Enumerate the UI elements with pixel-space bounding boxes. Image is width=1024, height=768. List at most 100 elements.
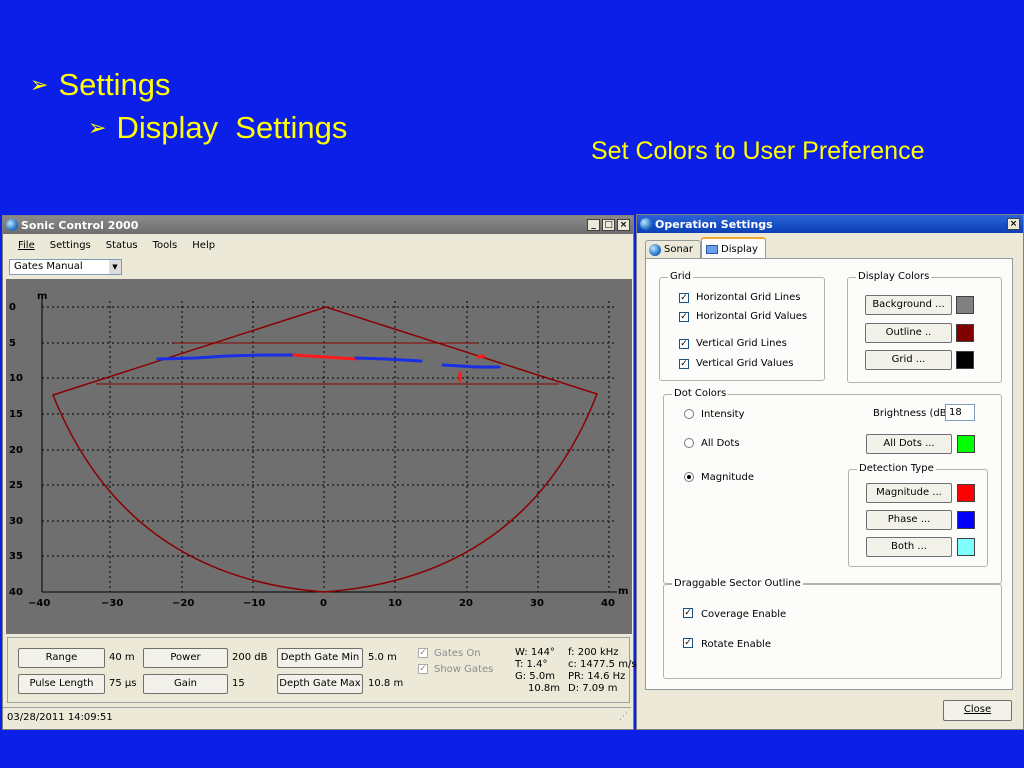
tab-display[interactable]: Display <box>701 237 766 259</box>
both-color-button[interactable]: Both ... <box>866 537 952 557</box>
all-dots-radio[interactable] <box>684 438 694 448</box>
background-color-button[interactable]: Background ... <box>865 295 952 315</box>
close-button[interactable]: × <box>1007 218 1020 230</box>
status-c: c: 1477.5 m/s <box>568 659 637 670</box>
menu-bar: File Settings Status Tools Help <box>3 235 631 255</box>
sonar-plot[interactable]: m 0 5 10 15 20 25 30 35 40 −40 −30 −20 −… <box>6 279 632 634</box>
heading-text: Settings <box>58 67 171 102</box>
display-colors-group: Display Colors Background ... Outline ..… <box>847 271 1002 383</box>
phase-color-button[interactable]: Phase ... <box>866 510 952 530</box>
range-button[interactable]: Range <box>18 648 105 668</box>
mode-select[interactable]: Gates Manual ▼ <box>9 259 122 275</box>
power-button[interactable]: Power <box>143 648 228 668</box>
close-dialog-button[interactable]: Close <box>943 700 1012 721</box>
timestamp: 03/28/2011 14:09:51 <box>7 712 113 723</box>
detection-type-group: Detection Type Magnitude ... Phase ... B… <box>848 463 988 567</box>
gates-on-checkbox[interactable]: ✓ <box>418 648 428 658</box>
horizontal-grid-lines-checkbox[interactable]: ✓ <box>679 293 689 303</box>
maximize-button[interactable]: □ <box>602 219 615 231</box>
tab-sonar-label: Sonar <box>664 244 694 255</box>
coverage-enable-checkbox[interactable]: ✓ <box>683 608 693 618</box>
globe-icon <box>649 243 661 256</box>
gates-on-label: Gates On <box>434 648 481 659</box>
settings-titlebar[interactable]: Operation Settings × <box>637 215 1023 233</box>
status-g2: 10.8m <box>528 683 561 694</box>
all-dots-color-swatch <box>957 435 975 453</box>
power-value: 200 dB <box>232 652 268 663</box>
y-tick: 35 <box>9 551 23 562</box>
depth-gate-min-value: 5.0 m <box>368 652 397 663</box>
x-tick: −40 <box>28 598 50 609</box>
menu-file[interactable]: File <box>18 240 35 251</box>
display-colors-title: Display Colors <box>856 271 932 282</box>
menu-help[interactable]: Help <box>192 240 215 251</box>
status-f: f: 200 kHz <box>568 647 619 658</box>
close-button[interactable]: × <box>617 219 630 231</box>
x-tick: 30 <box>530 598 544 609</box>
horizontal-grid-lines-label: Horizontal Grid Lines <box>696 292 801 303</box>
phase-color-swatch <box>957 511 975 529</box>
rotate-enable-checkbox[interactable]: ✓ <box>683 638 693 648</box>
control-panel: Range 40 m Power 200 dB Depth Gate Min 5… <box>7 637 637 703</box>
coverage-enable-label: Coverage Enable <box>701 609 787 620</box>
y-tick: 40 <box>9 587 23 598</box>
y-tick: 25 <box>9 480 23 491</box>
tab-sonar[interactable]: Sonar <box>645 240 701 258</box>
pulse-length-button[interactable]: Pulse Length <box>18 674 105 694</box>
grid-color-swatch <box>956 351 974 369</box>
magnitude-label: Magnitude <box>701 472 754 483</box>
dot-colors-group: Dot Colors Intensity All Dots Magnitude … <box>663 388 1002 584</box>
depth-gate-max-value: 10.8 m <box>368 678 404 689</box>
grid-color-button[interactable]: Grid ... <box>865 350 952 370</box>
dot-colors-title: Dot Colors <box>672 388 729 399</box>
status-d: D: 7.09 m <box>568 683 618 694</box>
rotate-enable-label: Rotate Enable <box>701 639 771 650</box>
menu-tools[interactable]: Tools <box>153 240 178 251</box>
magnitude-color-button[interactable]: Magnitude ... <box>866 483 952 503</box>
status-pr: PR: 14.6 Hz <box>568 671 626 682</box>
gain-button[interactable]: Gain <box>143 674 228 694</box>
all-dots-color-button[interactable]: All Dots ... <box>866 434 952 454</box>
chevron-down-icon[interactable]: ▼ <box>109 260 121 274</box>
intensity-label: Intensity <box>701 409 745 420</box>
vertical-grid-values-label: Vertical Grid Values <box>696 358 794 369</box>
depth-gate-max-button[interactable]: Depth Gate Max <box>277 674 363 694</box>
minimize-button[interactable]: _ <box>587 219 600 231</box>
resize-grip-icon[interactable]: ⋰ <box>619 712 628 722</box>
horizontal-grid-values-label: Horizontal Grid Values <box>696 311 808 322</box>
sonic-control-window: Sonic Control 2000 _ □ × File Settings S… <box>2 215 637 730</box>
vertical-grid-values-checkbox[interactable]: ✓ <box>679 359 689 369</box>
brightness-label: Brightness (dB) <box>873 408 951 419</box>
outline-color-button[interactable]: Outline .. <box>865 323 952 343</box>
menu-settings[interactable]: Settings <box>50 240 91 251</box>
pulse-length-value: 75 µs <box>109 678 137 689</box>
sector-outline-title: Draggable Sector Outline <box>672 578 803 589</box>
brightness-input-value: 18 <box>949 407 962 418</box>
vertical-grid-lines-label: Vertical Grid Lines <box>696 338 787 349</box>
all-dots-label: All Dots <box>701 438 740 449</box>
y-tick: 10 <box>9 373 23 384</box>
sonic-titlebar[interactable]: Sonic Control 2000 _ □ × <box>3 216 633 234</box>
depth-gate-min-button[interactable]: Depth Gate Min <box>277 648 363 668</box>
horizontal-grid-values-checkbox[interactable]: ✓ <box>679 312 689 322</box>
close-dialog-label: Close <box>963 704 992 715</box>
both-color-swatch <box>957 538 975 556</box>
show-gates-checkbox[interactable]: ✓ <box>418 664 428 674</box>
y-unit-label: m <box>37 291 47 302</box>
intensity-radio[interactable] <box>684 409 694 419</box>
heading-text: Display Settings <box>116 110 348 145</box>
app-globe-icon <box>6 219 18 231</box>
display-tab-panel: Grid ✓ Horizontal Grid Lines ✓ Horizonta… <box>645 258 1013 690</box>
brightness-input[interactable]: 18 <box>945 404 975 421</box>
y-tick: 20 <box>9 445 23 456</box>
x-tick: 40 <box>601 598 615 609</box>
x-tick: 20 <box>459 598 473 609</box>
x-tick: −20 <box>172 598 194 609</box>
y-tick: 15 <box>9 409 23 420</box>
app-globe-icon <box>640 218 652 230</box>
show-gates-label: Show Gates <box>434 664 494 675</box>
magnitude-radio[interactable] <box>684 472 694 482</box>
vertical-grid-lines-checkbox[interactable]: ✓ <box>679 339 689 349</box>
menu-status[interactable]: Status <box>106 240 138 251</box>
mode-select-value: Gates Manual <box>14 261 83 272</box>
